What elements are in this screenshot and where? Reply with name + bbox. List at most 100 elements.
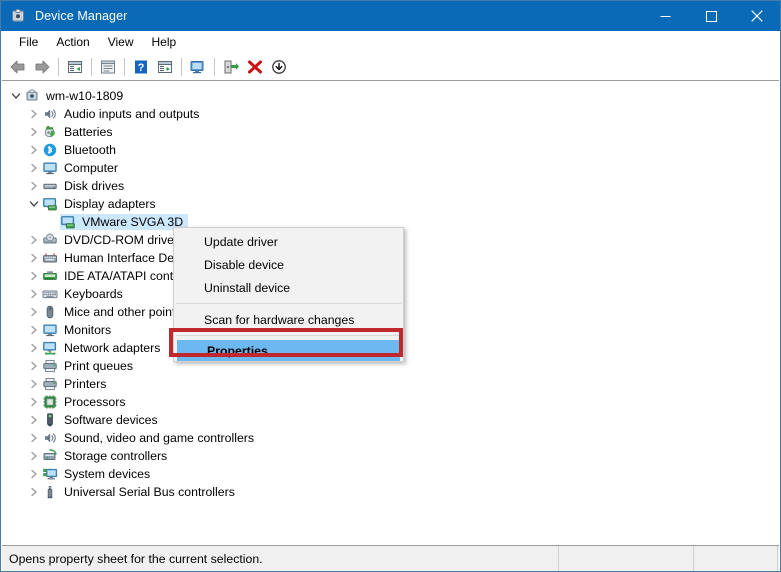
update-driver-icon[interactable]: [219, 55, 243, 79]
chevron-right-icon[interactable]: [26, 448, 42, 464]
tree-row[interactable]: Disk drives: [2, 177, 779, 195]
usb-controller-icon: [42, 484, 58, 500]
bluetooth-icon: [42, 142, 58, 158]
chevron-right-icon[interactable]: [26, 178, 42, 194]
help-icon[interactable]: ?: [129, 55, 153, 79]
chevron-right-icon[interactable]: [26, 484, 42, 500]
properties-icon[interactable]: [96, 55, 120, 79]
toolbar-separator: [58, 57, 59, 76]
tree-row[interactable]: Audio inputs and outputs: [2, 105, 779, 123]
chevron-down-icon[interactable]: [8, 88, 24, 104]
tree-item-content: Software devices: [42, 412, 158, 428]
context-menu-item-scan-for-hardware-changes[interactable]: Scan for hardware changes: [174, 308, 403, 331]
tree-item-content: Sound, video and game controllers: [42, 430, 254, 446]
tree-item-content: Processors: [42, 394, 126, 410]
speaker-icon: [42, 106, 58, 122]
network-adapter-icon: [42, 340, 58, 356]
context-menu[interactable]: Update driver Disable device Uninstall d…: [173, 227, 404, 362]
chevron-right-icon[interactable]: [26, 322, 42, 338]
chevron-right-icon[interactable]: [26, 430, 42, 446]
context-menu-item-properties[interactable]: Properties: [177, 340, 400, 361]
statusbar-panel-3: [694, 546, 778, 571]
tree-row[interactable]: Storage controllers: [2, 447, 779, 465]
chevron-right-icon[interactable]: [26, 160, 42, 176]
menu-action[interactable]: Action: [47, 33, 98, 51]
speaker-icon: [42, 430, 58, 446]
tree-label: Storage controllers: [64, 449, 168, 463]
chevron-right-icon[interactable]: [26, 466, 42, 482]
tree-label: Bluetooth: [64, 143, 116, 157]
tree-item-content: DVD/CD-ROM drives: [42, 232, 180, 248]
tree-item-content: Display adapters: [42, 196, 156, 212]
toolbar-separator: [91, 57, 92, 76]
svg-text:?: ?: [138, 62, 145, 74]
chevron-right-icon[interactable]: [26, 376, 42, 392]
tree-label: Computer: [64, 161, 118, 175]
menu-file[interactable]: File: [10, 33, 47, 51]
tree-label: Sound, video and game controllers: [64, 431, 255, 445]
tree-item-content: System devices: [42, 466, 150, 482]
minimize-button[interactable]: [642, 1, 688, 31]
tree-row[interactable]: Batteries: [2, 123, 779, 141]
tree-row[interactable]: Bluetooth: [2, 141, 779, 159]
chevron-right-icon[interactable]: [26, 106, 42, 122]
menu-help[interactable]: Help: [143, 33, 186, 51]
scan-for-hardware-changes-icon[interactable]: [186, 55, 210, 79]
tree-row[interactable]: Universal Serial Bus controllers: [2, 483, 779, 501]
tree-label: Monitors: [64, 323, 112, 337]
statusbar-panel-2: [559, 546, 694, 571]
context-menu-item-update-driver[interactable]: Update driver: [174, 230, 403, 253]
chevron-right-icon[interactable]: [26, 142, 42, 158]
tree-label: Printers: [64, 377, 107, 391]
chevron-right-icon[interactable]: [26, 124, 42, 140]
tree-row-root[interactable]: wm-w10-1809: [2, 87, 779, 105]
tree-label: Network adapters: [64, 341, 161, 355]
chevron-right-icon[interactable]: [26, 232, 42, 248]
forward-icon[interactable]: [30, 55, 54, 79]
tree-item-content: Disk drives: [42, 178, 124, 194]
maximize-button[interactable]: [688, 1, 734, 31]
tree-row[interactable]: Sound, video and game controllers: [2, 429, 779, 447]
tree-row[interactable]: Processors: [2, 393, 779, 411]
tree-row[interactable]: System devices: [2, 465, 779, 483]
tree-label: Processors: [64, 395, 126, 409]
show-hide-action-pane-icon[interactable]: [153, 55, 177, 79]
display-adapter-icon: [42, 196, 58, 212]
statusbar-message-panel: Opens property sheet for the current sel…: [2, 546, 559, 571]
tree-row[interactable]: Software devices: [2, 411, 779, 429]
disable-device-icon[interactable]: [267, 55, 291, 79]
chevron-right-icon[interactable]: [26, 286, 42, 302]
monitor-icon: [42, 322, 58, 338]
context-menu-item-disable-device[interactable]: Disable device: [174, 253, 403, 276]
menu-view[interactable]: View: [99, 33, 143, 51]
hid-icon: [42, 250, 58, 266]
tree-label: Batteries: [64, 125, 113, 139]
tree-row[interactable]: Display adapters: [2, 195, 779, 213]
chevron-down-icon[interactable]: [26, 196, 42, 212]
context-menu-item-uninstall-device[interactable]: Uninstall device: [174, 276, 403, 299]
close-button[interactable]: [734, 1, 780, 31]
chevron-right-icon[interactable]: [26, 340, 42, 356]
device-manager-icon: [10, 8, 26, 24]
tree-row[interactable]: Computer: [2, 159, 779, 177]
tree-item-content: Network adapters: [42, 340, 160, 356]
chevron-right-icon[interactable]: [26, 304, 42, 320]
uninstall-device-icon[interactable]: [243, 55, 267, 79]
show-hide-console-tree-icon[interactable]: [63, 55, 87, 79]
printer-icon: [42, 376, 58, 392]
chevron-right-icon[interactable]: [26, 268, 42, 284]
tree-label: Keyboards: [64, 287, 123, 301]
chevron-right-icon[interactable]: [26, 394, 42, 410]
mouse-icon: [42, 304, 58, 320]
toolbar-separator: [181, 57, 182, 76]
tree-row[interactable]: Printers: [2, 375, 779, 393]
back-icon[interactable]: [6, 55, 30, 79]
toolbar-separator: [124, 57, 125, 76]
tree-label: Print queues: [64, 359, 134, 373]
titlebar[interactable]: Device Manager: [1, 1, 780, 31]
display-adapter-icon: [60, 214, 76, 230]
tree-item-content: VMware SVGA 3D: [60, 214, 189, 230]
chevron-right-icon[interactable]: [26, 412, 42, 428]
chevron-right-icon[interactable]: [26, 250, 42, 266]
chevron-right-icon[interactable]: [26, 358, 42, 374]
